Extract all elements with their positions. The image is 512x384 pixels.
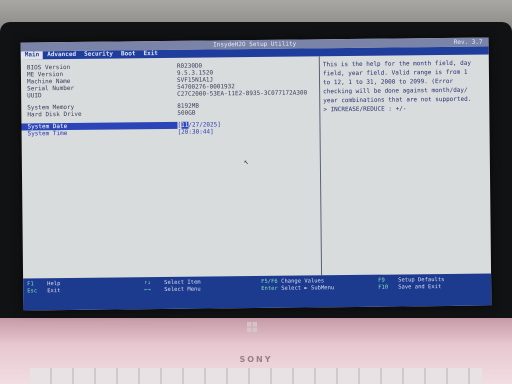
- settings-panel: BIOS Version R0230D0 ME Version 9.5.3.15…: [20, 56, 323, 279]
- info-value: 500GB: [177, 109, 196, 117]
- bios-screen: InsydeH2O Setup Utility Rev. 3.7 Main Ad…: [20, 37, 492, 311]
- info-value: C27C2000-53EA-11E2-8935-3C077172A300: [177, 89, 308, 98]
- legend-save-exit: F10 Save and Exit: [378, 284, 442, 291]
- windows-logo-icon: [247, 322, 257, 332]
- menu-exit[interactable]: Exit: [139, 50, 162, 58]
- help-panel: This is the help for the month field, da…: [320, 55, 491, 276]
- mouse-pointer-icon: ↖: [243, 157, 249, 167]
- legend-exit: Esc Exit: [27, 288, 61, 295]
- legend-select-menu: ←→ Select Menu: [144, 286, 201, 294]
- legend-select-submenu: Enter Select ► SubMenu: [261, 285, 335, 292]
- help-text: This is the help for the month field, da…: [322, 59, 472, 114]
- brand-logo: SONY: [239, 355, 273, 364]
- system-time-field[interactable]: [20:30:44]: [178, 127, 320, 135]
- revision-label: Rev. 3.7: [453, 38, 483, 46]
- menu-main[interactable]: Main: [20, 51, 44, 60]
- main-content: BIOS Version R0230D0 ME Version 9.5.3.15…: [20, 55, 491, 279]
- system-time-label: System Time: [27, 129, 68, 138]
- keyboard: [30, 368, 482, 384]
- key-legend: F1 Help ↑↓ Select Item F5/F6 Change Values …: [23, 273, 492, 311]
- app-title: InsydeH2O Setup Utility: [213, 40, 297, 49]
- menu-boot[interactable]: Boot: [117, 50, 140, 58]
